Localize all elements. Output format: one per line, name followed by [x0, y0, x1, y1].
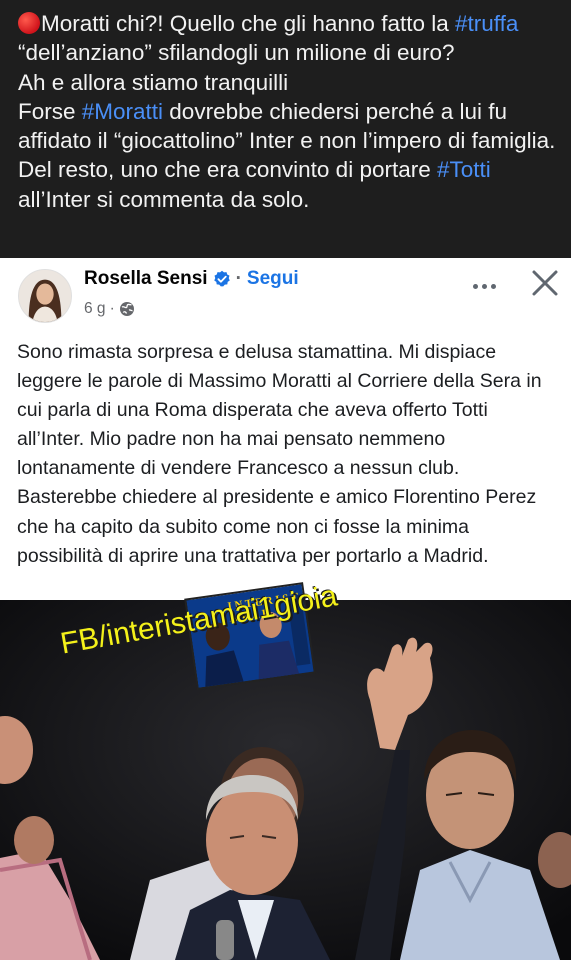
- more-options-button[interactable]: [466, 268, 502, 304]
- author-avatar[interactable]: [18, 269, 72, 323]
- caption-line1-prefix: Moratti chi?! Quello che gli hanno fatto…: [41, 11, 455, 36]
- hashtag-moratti[interactable]: #Moratti: [82, 99, 163, 124]
- follow-button[interactable]: Segui: [247, 268, 299, 290]
- meta-separator: ·: [109, 300, 115, 317]
- red-circle-emoji-icon: [18, 12, 40, 34]
- verified-badge-icon: [213, 270, 230, 287]
- hashtag-totti[interactable]: #Totti: [437, 157, 491, 182]
- post-timestamp[interactable]: 6 g: [84, 300, 106, 318]
- caption-block: Moratti chi?! Quello che gli hanno fatto…: [0, 0, 571, 258]
- more-horizontal-icon-dot: [472, 283, 478, 289]
- caption-line1-suffix: “dell’anziano” sfilandogli un milione di…: [18, 40, 455, 66]
- caption-line3-prefix: Forse: [18, 98, 82, 124]
- close-icon[interactable]: [528, 266, 562, 300]
- author-name[interactable]: Rosella Sensi: [84, 268, 208, 290]
- post-meta: 6 g ·: [84, 300, 135, 318]
- caption-line3-suffix: all’Inter si commenta da solo.: [18, 186, 310, 212]
- caption-paragraph-3: Forse #Moratti dovrebbe chiedersi perché…: [18, 97, 561, 214]
- post-header: Rosella Sensi · Segui: [84, 268, 299, 290]
- facebook-post-card: Rosella Sensi · Segui 6 g · Sono rimasta…: [0, 258, 571, 600]
- globe-icon: [119, 302, 134, 316]
- hashtag-truffa[interactable]: #truffa: [455, 11, 518, 36]
- more-horizontal-icon-dot: [481, 283, 487, 289]
- post-body-text: Sono rimasta sorpresa e delusa stamattin…: [17, 341, 542, 567]
- more-horizontal-icon-dot: [490, 283, 496, 289]
- caption-paragraph-1: Moratti chi?! Quello che gli hanno fatto…: [18, 9, 561, 68]
- caption-paragraph-2: Ah e allora stiamo tranquilli: [18, 69, 289, 95]
- header-separator: ·: [235, 268, 242, 289]
